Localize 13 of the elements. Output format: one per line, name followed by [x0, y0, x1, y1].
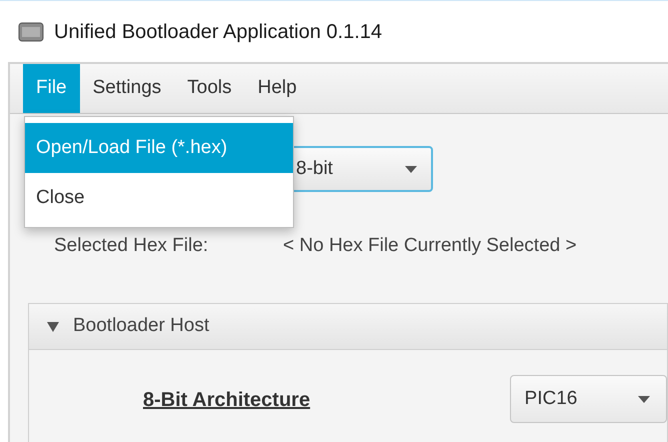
- window-title: Unified Bootloader Application 0.1.14: [54, 20, 382, 44]
- caret-icon: [405, 166, 417, 172]
- hex-file-label: Selected Hex File:: [54, 234, 210, 258]
- chip-icon: [18, 22, 44, 42]
- menu-item[interactable]: Tools: [174, 64, 245, 113]
- architecture-label: 8-Bit Architecture: [143, 388, 312, 413]
- hex-file-value: < No Hex File Currently Selected >: [283, 234, 577, 258]
- menu-item[interactable]: Help: [244, 64, 310, 113]
- menu-item[interactable]: Settings: [80, 64, 174, 113]
- family-combo[interactable]: PIC16: [510, 375, 667, 423]
- triangle-icon: [47, 322, 59, 332]
- caret-icon: [638, 396, 650, 402]
- pane-header[interactable]: Bootloader Host: [28, 303, 668, 350]
